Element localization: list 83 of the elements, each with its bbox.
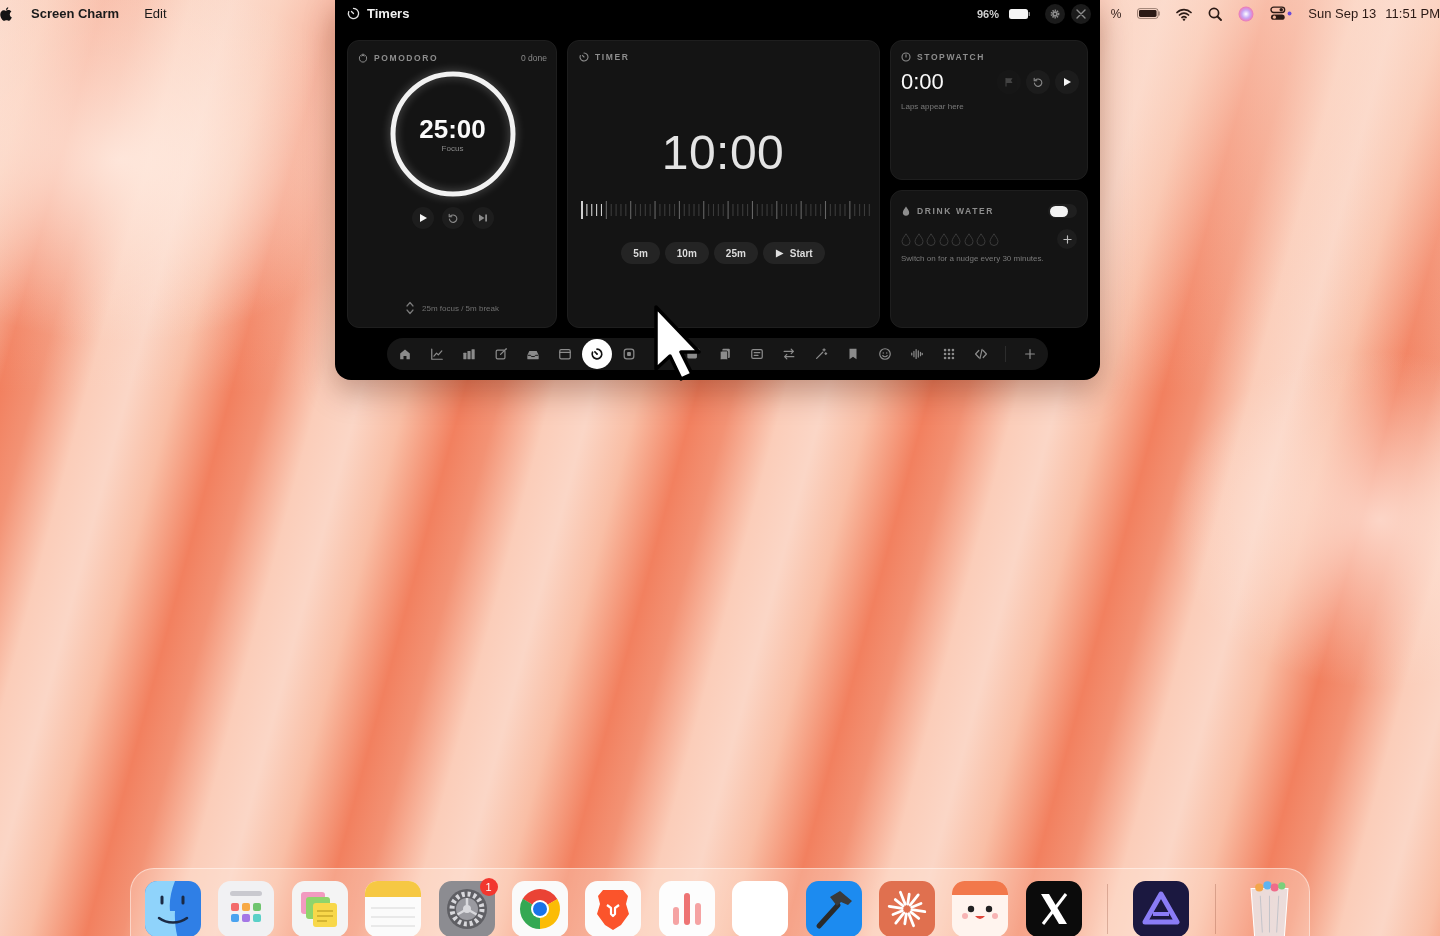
waveform-icon (910, 347, 924, 361)
line-chart-icon (430, 347, 444, 361)
close-icon (1076, 8, 1086, 19)
sessions-done: 0 done (521, 53, 547, 63)
reset-icon (447, 213, 458, 223)
hammer-icon[interactable] (805, 881, 862, 936)
settings-icon (1050, 8, 1060, 19)
code-icon (974, 347, 988, 361)
timer-icon (590, 347, 604, 361)
magic-wand-icon (814, 347, 828, 361)
battery-icon (1009, 8, 1030, 19)
preset-button[interactable]: 5m (621, 242, 660, 264)
window-icon (558, 347, 572, 361)
card-title: STOPWATCH (917, 52, 985, 62)
water-drop-icon (901, 206, 911, 216)
close-button[interactable] (1071, 3, 1091, 24)
starburst-icon[interactable] (878, 881, 935, 936)
app-grid-icon[interactable] (218, 881, 275, 936)
cartoon-face-icon[interactable] (952, 881, 1009, 936)
reset-icon (1033, 77, 1043, 87)
menu-item[interactable]: Edit (144, 6, 167, 21)
flag-icon (1004, 77, 1014, 87)
control-toggles-icon[interactable] (1270, 6, 1293, 21)
card-title: DRINK WATER (917, 206, 994, 216)
app-menu[interactable]: Screen Charm (31, 6, 120, 21)
battery-percent: 96% (976, 7, 999, 20)
battery-percent: % (1110, 6, 1122, 21)
plus-icon (1023, 347, 1037, 361)
x-mark-icon[interactable] (1025, 881, 1082, 936)
record-icon (622, 347, 636, 361)
wifi-icon[interactable] (1176, 6, 1193, 21)
laps-message: Laps appear here (901, 102, 964, 112)
home-icon (398, 347, 412, 361)
menu-bar-date[interactable]: Sun Sep 13 (1308, 6, 1377, 21)
toolbar-button[interactable] (582, 339, 612, 369)
edit-icon (494, 347, 508, 361)
reset-button[interactable] (441, 207, 464, 229)
grid-icon (942, 347, 956, 361)
tick-ruler-drawing[interactable] (581, 201, 871, 219)
play-icon (774, 248, 784, 258)
timer-icon (579, 52, 589, 62)
search-icon[interactable] (1208, 6, 1223, 21)
reminder-toggle[interactable] (1048, 204, 1077, 218)
window-title: Timers (367, 6, 410, 21)
add-button[interactable] (1057, 229, 1077, 249)
start-button[interactable]: Start (762, 242, 825, 264)
tomato-icon (358, 53, 368, 63)
timer-time: 10:00 (661, 129, 785, 177)
preset-button[interactable]: 10m (664, 242, 709, 264)
gear-icon[interactable] (438, 881, 495, 936)
preset-button[interactable]: 25m (713, 242, 758, 264)
color-ring-icon[interactable] (511, 881, 568, 936)
bar-chart-icon[interactable] (658, 881, 715, 936)
documents-icon (718, 347, 732, 361)
list-card-icon (750, 347, 764, 361)
bar-chart-icon (462, 347, 476, 361)
smiley-icon (878, 347, 892, 361)
blank-tile-icon[interactable] (732, 881, 789, 936)
play-icon (417, 213, 428, 223)
skip-button[interactable] (471, 207, 494, 229)
stopwatch-icon (901, 52, 911, 62)
timer-icon (347, 7, 360, 20)
lion-icon[interactable] (585, 881, 642, 936)
card-title: POMODORO (374, 53, 439, 63)
notification-badge: 1 (479, 878, 498, 896)
menu-bar-time[interactable]: 11:51 PM (1385, 6, 1440, 21)
battery-icon[interactable] (1137, 8, 1161, 19)
chevrons-up-down-icon (406, 301, 415, 315)
settings-button[interactable] (1045, 3, 1065, 24)
plus-icon (1062, 234, 1072, 244)
play-icon (1062, 77, 1072, 87)
reminder-note: Switch on for a nudge every 30 minutes. (901, 254, 1044, 264)
play-button[interactable] (411, 207, 434, 229)
swap-arrows-icon (782, 347, 796, 361)
face-tile-icon[interactable] (145, 881, 201, 936)
session-preset-button[interactable]: 25m focus / 5m break (406, 301, 499, 315)
reset-button[interactable] (1026, 70, 1050, 94)
card-title: TIMER (595, 52, 630, 62)
apple-icon[interactable] (0, 6, 12, 21)
skip-icon (477, 213, 488, 223)
play-button[interactable] (1055, 70, 1079, 94)
triangle-icon[interactable] (1133, 881, 1190, 936)
stopwatch-time: 0:00 (901, 69, 944, 95)
